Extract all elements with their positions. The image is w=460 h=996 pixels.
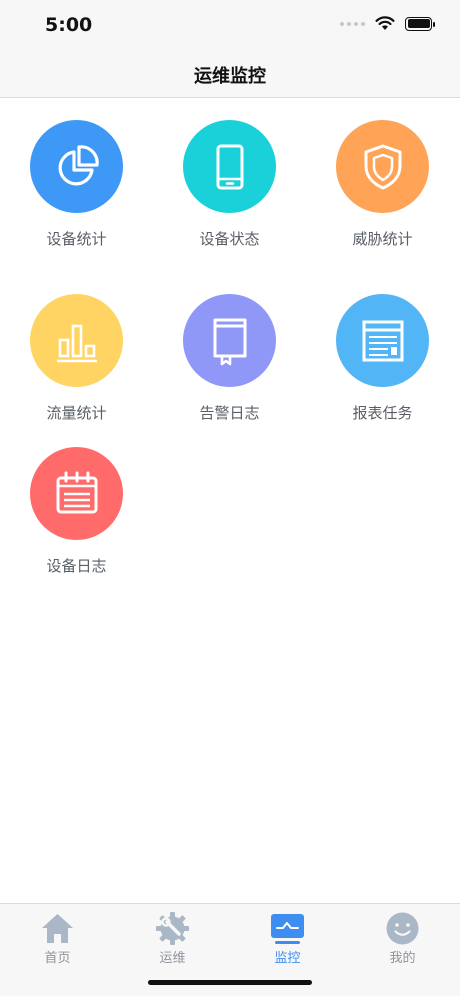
home-icon (42, 914, 73, 943)
tile-threat-statistics[interactable]: 威胁统计 (306, 99, 459, 249)
tab-label: 监控 (274, 951, 301, 966)
tile-label: 告警日志 (199, 404, 260, 422)
navigation-bar: 运维监控 (0, 50, 460, 98)
tile-device-statistics[interactable]: 设备统计 (0, 99, 153, 249)
status-time: 5:00 (45, 14, 93, 36)
tile-label: 设备日志 (46, 557, 107, 575)
tile-icon-bg (183, 294, 276, 387)
tile-icon-bg (336, 294, 429, 387)
tile-report-tasks[interactable]: 报表任务 (306, 273, 459, 423)
tile-label: 流量统计 (46, 404, 107, 422)
tab-operations[interactable]: 运维 (115, 904, 230, 974)
phone-icon (216, 144, 243, 189)
tile-device-log[interactable]: 设备日志 (0, 426, 153, 576)
page-title: 运维监控 (194, 66, 266, 87)
tile-alarm-log[interactable]: 告警日志 (153, 273, 306, 423)
status-icons (340, 16, 435, 31)
tab-monitoring[interactable]: 监控 (230, 904, 345, 974)
tile-icon-bg (30, 294, 123, 387)
tab-label: 我的 (389, 951, 416, 966)
bar-chart-icon (56, 324, 97, 362)
tab-label: 首页 (44, 951, 71, 966)
tile-traffic-statistics[interactable]: 流量统计 (0, 273, 153, 423)
battery-icon (405, 16, 435, 31)
tab-profile[interactable]: 我的 (345, 904, 460, 974)
tile-device-status[interactable]: 设备状态 (153, 99, 306, 249)
shield-icon (364, 144, 401, 189)
tile-label: 设备状态 (199, 230, 260, 248)
tile-label: 威胁统计 (352, 230, 413, 248)
home-indicator (148, 980, 312, 985)
signal-icon (340, 21, 365, 26)
table-icon (362, 320, 403, 361)
pie-chart-icon (58, 144, 99, 185)
tile-label: 设备统计 (46, 230, 107, 248)
wifi-icon (375, 16, 395, 30)
tile-icon-bg (30, 120, 123, 213)
tile-label: 报表任务 (352, 404, 413, 422)
tab-home[interactable]: 首页 (0, 904, 115, 974)
status-bar: 5:00 (0, 0, 460, 50)
calendar-icon (56, 471, 97, 513)
tile-icon-bg (183, 120, 276, 213)
book-icon (213, 318, 246, 365)
smiley-icon (386, 912, 419, 945)
tile-icon-bg (336, 120, 429, 213)
tab-label: 运维 (159, 951, 186, 966)
gear-wrench-icon (156, 912, 189, 945)
tile-icon-bg (30, 447, 123, 540)
monitor-icon (271, 914, 304, 944)
